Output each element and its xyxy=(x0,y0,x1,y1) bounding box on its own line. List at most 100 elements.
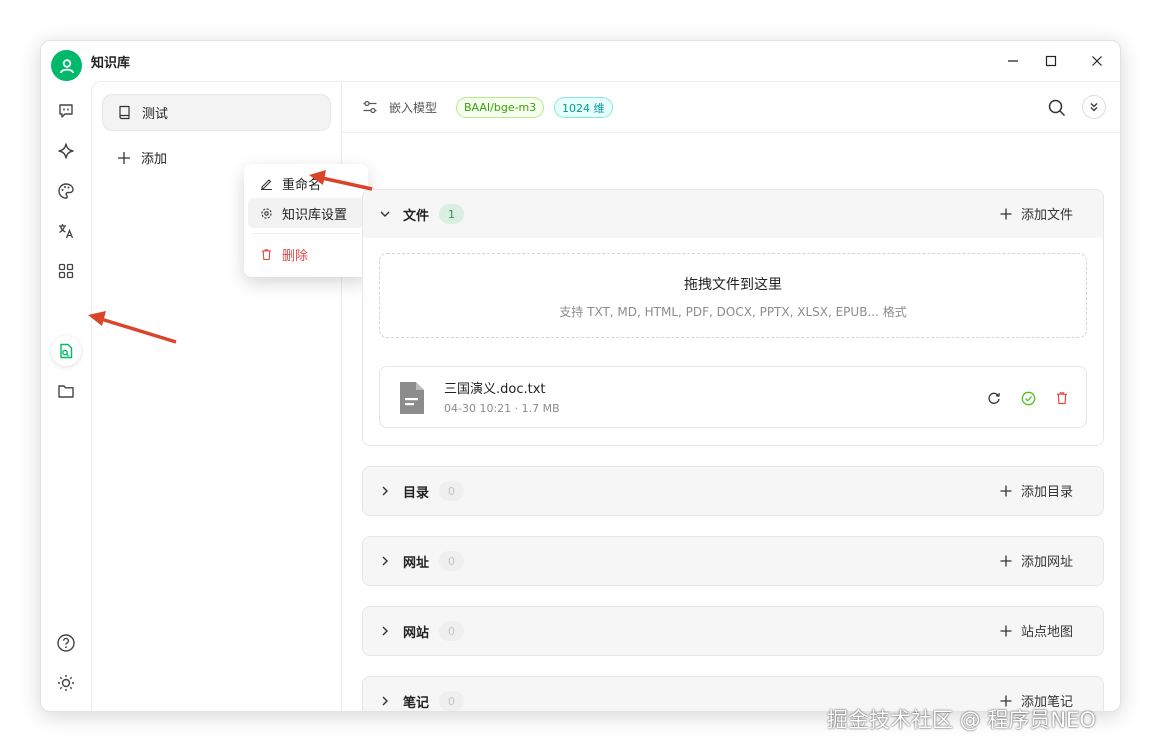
check-circle-icon xyxy=(1021,391,1035,405)
chevron-right-icon xyxy=(382,696,388,706)
maximize-button[interactable] xyxy=(1039,49,1063,73)
app-title: 知识库 xyxy=(91,56,131,71)
knowledge-base-name: 测试 xyxy=(142,107,169,122)
urls-count-badge: 0 xyxy=(439,551,465,571)
sites-section-title: 网站 xyxy=(403,625,430,641)
add-url-button[interactable]: 添加网址 xyxy=(1000,551,1073,570)
add-sitemap-label: 站点地图 xyxy=(1020,625,1073,640)
directories-section: 目录 0 添加目录 xyxy=(362,466,1104,516)
chat-icon xyxy=(59,104,73,118)
files-section: 文件 1 添加文件 拖拽文件到这里 支持 TXT, MD, HTML, PDF,… xyxy=(362,189,1104,446)
urls-section-header[interactable]: 网址 0 添加网址 xyxy=(363,537,1103,585)
translate-icon xyxy=(59,224,74,239)
rail-paint-button[interactable] xyxy=(51,176,81,206)
maximize-icon xyxy=(1045,55,1057,67)
rail-knowledge-button[interactable] xyxy=(51,336,81,366)
document-icon xyxy=(400,382,424,414)
sliders-icon[interactable] xyxy=(362,99,378,115)
trash-icon xyxy=(1057,392,1067,405)
book-icon xyxy=(119,105,130,120)
close-button[interactable] xyxy=(1085,49,1109,73)
user-avatar[interactable] xyxy=(51,50,82,81)
rail-help-button[interactable] xyxy=(51,628,81,658)
file-row: 三国演义.doc.txt 04-30 10:21 · 1.7 MB xyxy=(379,366,1087,428)
directories-section-title: 目录 xyxy=(403,485,430,501)
chevron-right-icon xyxy=(382,626,388,636)
rail-files-button[interactable] xyxy=(51,376,81,406)
detail-header: 嵌入模型 BAAI/bge-m3 1024 维 xyxy=(342,82,1120,133)
trash-icon xyxy=(262,248,271,260)
rail-chat-button[interactable] xyxy=(51,96,81,126)
chevron-right-icon xyxy=(382,556,388,566)
sites-count-badge: 0 xyxy=(439,621,465,641)
files-section-header[interactable]: 文件 1 添加文件 xyxy=(363,190,1103,238)
refresh-file-button[interactable] xyxy=(984,388,1004,408)
gear-icon xyxy=(261,207,272,219)
sites-section-header[interactable]: 网站 0 站点地图 xyxy=(363,607,1103,655)
rail-translate-button[interactable] xyxy=(51,216,81,246)
menu-item-delete-label: 删除 xyxy=(282,248,309,264)
plus-icon xyxy=(1000,555,1012,566)
files-section-title: 文件 xyxy=(403,208,430,224)
menu-item-rename-label: 重命名 xyxy=(282,177,322,193)
help-icon xyxy=(57,634,75,652)
knowledge-detail: 嵌入模型 BAAI/bge-m3 1024 维 文件 1 添加文件 拖拽文件到这… xyxy=(342,81,1120,711)
minimize-button[interactable] xyxy=(1001,49,1025,73)
add-sitemap-button[interactable]: 站点地图 xyxy=(1000,621,1073,640)
add-knowledge-button[interactable]: 添加 xyxy=(117,148,167,167)
delete-file-button[interactable] xyxy=(1052,388,1072,408)
search-button[interactable] xyxy=(1047,98,1067,118)
plus-icon xyxy=(1000,625,1012,636)
add-file-button[interactable]: 添加文件 xyxy=(1000,204,1073,223)
minimize-icon xyxy=(1008,60,1018,62)
knowledge-icon xyxy=(60,343,73,359)
urls-section-title: 网址 xyxy=(403,555,430,571)
notes-count-badge: 0 xyxy=(439,691,465,711)
knowledge-list-panel: 测试 添加 重命名 知识库设置 删除 xyxy=(91,81,368,711)
refresh-icon xyxy=(988,392,1000,404)
directories-section-header[interactable]: 目录 0 添加目录 xyxy=(363,467,1103,515)
app-window: 知识库 测试 添加 重命名 知识库设置 删除 嵌入模型 BAAI/bge-m3 … xyxy=(40,40,1121,712)
sites-section: 网站 0 站点地图 xyxy=(362,606,1104,656)
plus-icon xyxy=(1000,485,1012,496)
sun-icon xyxy=(58,675,74,691)
watermark: 掘金技术社区 @ 程序员NEO xyxy=(827,708,1096,732)
directories-count-badge: 0 xyxy=(439,481,465,501)
edit-icon xyxy=(261,178,272,190)
file-name: 三国演义.doc.txt xyxy=(444,382,546,397)
chevron-right-icon xyxy=(382,486,388,496)
add-directory-button[interactable]: 添加目录 xyxy=(1000,481,1073,500)
knowledge-base-item[interactable]: 测试 xyxy=(102,94,331,131)
apps-icon xyxy=(58,263,74,279)
user-icon xyxy=(59,58,74,73)
dropzone-subtitle: 支持 TXT, MD, HTML, PDF, DOCX, PPTX, XLSX,… xyxy=(559,305,907,319)
model-tag: BAAI/bge-m3 xyxy=(456,97,545,118)
file-dropzone[interactable]: 拖拽文件到这里 支持 TXT, MD, HTML, PDF, DOCX, PPT… xyxy=(379,253,1087,338)
dimension-tag: 1024 维 xyxy=(554,97,613,118)
rail-theme-button[interactable] xyxy=(51,668,81,698)
collapse-all-button[interactable] xyxy=(1082,95,1106,119)
palette-icon xyxy=(58,183,74,199)
add-url-label: 添加网址 xyxy=(1020,555,1073,570)
close-icon xyxy=(1092,56,1102,66)
title-bar: 知识库 xyxy=(41,41,1120,81)
files-count-badge: 1 xyxy=(439,204,465,224)
rail-settings-button[interactable] xyxy=(51,708,81,711)
urls-section: 网址 0 添加网址 xyxy=(362,536,1104,586)
dropzone-title: 拖拽文件到这里 xyxy=(684,277,782,293)
notes-section-title: 笔记 xyxy=(403,695,430,711)
plus-icon xyxy=(118,151,130,164)
rail-apps-button[interactable] xyxy=(51,256,81,286)
add-directory-label: 添加目录 xyxy=(1020,485,1073,500)
chevron-down-icon xyxy=(380,211,390,217)
menu-item-settings-label: 知识库设置 xyxy=(282,207,348,223)
add-knowledge-label: 添加 xyxy=(141,152,168,167)
sidebar-rail xyxy=(41,81,91,711)
embedding-model-label: 嵌入模型 xyxy=(389,101,438,115)
plus-icon xyxy=(1000,208,1012,219)
search-icon xyxy=(1048,99,1066,117)
add-file-label: 添加文件 xyxy=(1020,208,1073,223)
rail-agents-button[interactable] xyxy=(51,136,81,166)
folder-icon xyxy=(58,385,74,398)
double-chevron-down-icon xyxy=(1090,103,1098,112)
